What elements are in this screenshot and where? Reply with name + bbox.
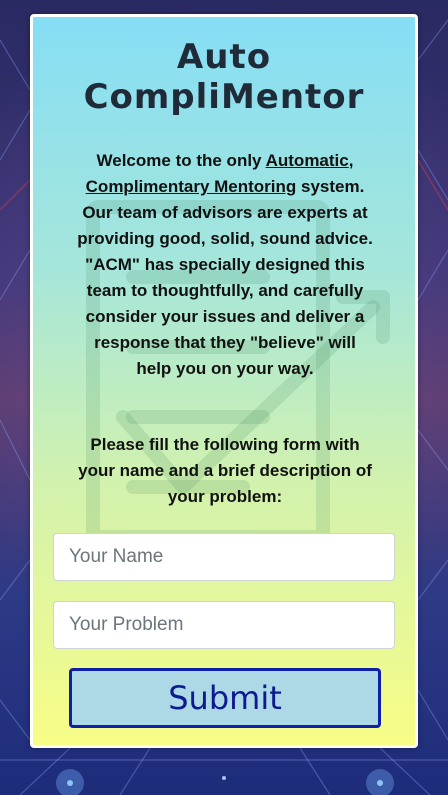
app-title: Auto CompliMentor xyxy=(33,37,415,117)
app-title-line1: Auto xyxy=(176,37,272,77)
name-input[interactable] xyxy=(53,533,395,581)
form-instructions: Please fill the following form with your… xyxy=(78,435,372,506)
signup-card: Auto CompliMentor Welcome to the only Au… xyxy=(30,14,418,748)
submit-button[interactable]: Submit xyxy=(69,668,381,728)
intro-part2: , xyxy=(348,151,354,170)
intro-part3: system. Our team of advisors are experts… xyxy=(77,177,373,378)
app-title-line2: CompliMentor xyxy=(83,77,365,117)
problem-input[interactable] xyxy=(53,601,395,649)
intro-automatic-term: Automatic xyxy=(265,151,349,170)
intro-mentoring-term: Complimentary Mentoring xyxy=(85,177,297,196)
intro-part1: Welcome to the only xyxy=(96,151,266,170)
intro-text: Welcome to the only Automatic, Complimen… xyxy=(77,148,373,382)
